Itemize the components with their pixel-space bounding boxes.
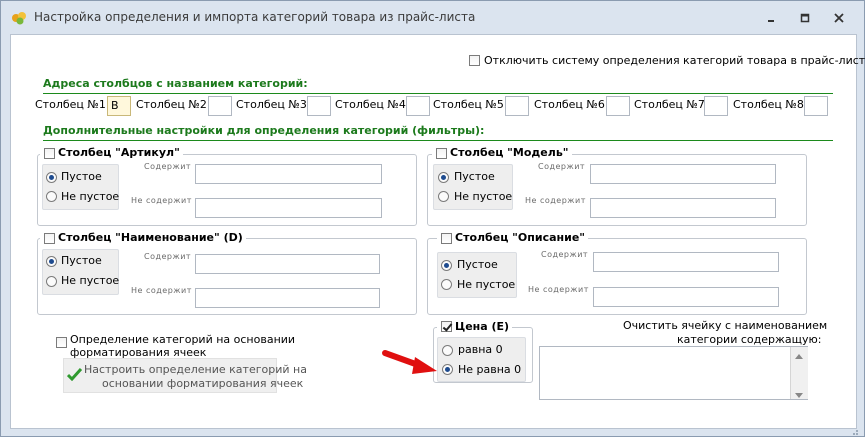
filter-article-title: Столбец "Артикул" (40, 146, 183, 160)
maximize-button[interactable] (792, 9, 818, 27)
filter-description-empty-label: Пустое (457, 258, 498, 271)
close-icon (834, 13, 844, 23)
filter-description-notempty-label: Не пустое (457, 278, 516, 291)
filter-description-notempty-radio[interactable] (441, 279, 452, 290)
column-3-label: Столбец №3: (236, 98, 311, 111)
column-6-input[interactable] (606, 96, 630, 116)
filter-model-contains-label: Содержит (538, 162, 586, 171)
column-1-input[interactable]: B (107, 96, 131, 116)
minimize-button[interactable] (758, 9, 784, 27)
column-6-label: Столбец №6: (534, 98, 609, 111)
filter-name-contains-input[interactable] (195, 254, 380, 274)
filter-description-checkbox[interactable] (441, 233, 452, 244)
filter-name-title: Столбец "Наименование" (D) (40, 231, 246, 245)
column-8-input[interactable] (804, 96, 828, 116)
filter-name-contains-label: Содержит (144, 252, 192, 261)
filter-name-empty-label: Пустое (61, 254, 102, 267)
column-4-input[interactable] (406, 96, 430, 116)
close-button[interactable] (826, 9, 852, 27)
column-8-label: Столбец №8: (733, 98, 808, 111)
price-equals-zero-radio[interactable] (442, 345, 453, 356)
filter-article-contains-input[interactable] (195, 164, 382, 184)
filter-description-notcontains-label: Не содержит (528, 285, 589, 294)
checkmark-icon (66, 367, 83, 384)
formatting-label-line1: Определение категорий на основании (70, 333, 296, 346)
column-2-input[interactable] (208, 96, 232, 116)
column-7-input[interactable] (704, 96, 728, 116)
clear-cell-label-line1: Очистить ячейку с наименованием (623, 319, 828, 332)
filter-description-title: Столбец "Описание" (437, 231, 589, 245)
column-2-label: Столбец №2: (136, 98, 211, 111)
filter-article-contains-label: Содержит (144, 162, 192, 171)
section-columns-title: Адреса столбцов с названием категорий: (43, 77, 833, 94)
filter-article-notcontains-label: Не содержит (131, 196, 192, 205)
filter-model-empty-label: Пустое (454, 170, 495, 183)
column-5-label: Столбец №5: (433, 98, 508, 111)
column-4-label: Столбец №4: (335, 98, 410, 111)
configure-formatting-line2: основании форматирования ячеек (102, 377, 304, 390)
clear-cell-label-line2: категории содержащую: (677, 333, 822, 346)
filter-name-notempty-radio[interactable] (46, 276, 57, 287)
clear-cell-scrollbar[interactable] (790, 347, 808, 399)
column-1-label: Столбец №1: (35, 98, 110, 111)
filter-model-notcontains-label: Не содержит (525, 196, 586, 205)
filter-name-notcontains-label: Не содержит (131, 286, 192, 295)
formatting-checkbox[interactable] (56, 337, 67, 348)
filter-article-empty-label: Пустое (61, 170, 102, 183)
filter-name-notcontains-input[interactable] (195, 288, 380, 308)
filter-description-empty-radio[interactable] (441, 260, 452, 271)
section-filters-title: Дополнительные настройки для определения… (43, 124, 833, 141)
filter-article-notempty-radio[interactable] (46, 191, 57, 202)
scroll-up-icon[interactable] (795, 349, 803, 362)
column-3-input[interactable] (307, 96, 331, 116)
column-5-input[interactable] (505, 96, 529, 116)
filter-description-notcontains-input[interactable] (593, 287, 779, 307)
maximize-icon (800, 13, 810, 23)
filter-model-contains-input[interactable] (590, 164, 776, 184)
minimize-icon (768, 20, 774, 22)
price-not-equals-zero-radio[interactable] (442, 364, 453, 375)
filter-model-title: Столбец "Модель" (432, 146, 572, 160)
filter-name-checkbox[interactable] (44, 233, 55, 244)
filter-description-contains-label: Содержит (541, 250, 589, 259)
price-equals-zero-label: равна 0 (458, 343, 503, 356)
price-checkbox[interactable] (441, 321, 452, 332)
title-bar: Настройка определения и импорта категори… (1, 1, 864, 34)
filter-model-notempty-radio[interactable] (438, 191, 449, 202)
filter-model-notempty-label: Не пустое (454, 190, 513, 203)
filter-model-checkbox[interactable] (436, 148, 447, 159)
filter-model-empty-radio[interactable] (438, 172, 449, 183)
dialog-content: Отключить систему определения категорий … (10, 34, 865, 429)
disable-system-label: Отключить систему определения категорий … (484, 54, 865, 67)
filter-article-notcontains-input[interactable] (195, 198, 382, 218)
scroll-down-icon[interactable] (795, 389, 803, 402)
filter-article-empty-radio[interactable] (46, 172, 57, 183)
resize-grip-icon[interactable] (849, 426, 859, 439)
dialog-window: Настройка определения и импорта категори… (0, 0, 865, 437)
price-not-equals-zero-label: Не равна 0 (458, 363, 522, 376)
configure-formatting-line1: Настроить определение категорий на (84, 363, 307, 376)
window-title: Настройка определения и импорта категори… (34, 10, 476, 24)
filter-description-contains-input[interactable] (593, 252, 779, 272)
annotation-arrow-icon (381, 347, 441, 380)
filter-model-notcontains-input[interactable] (590, 198, 776, 218)
filter-name-empty-radio[interactable] (46, 256, 57, 267)
disable-system-checkbox[interactable] (469, 55, 480, 66)
app-icon (11, 10, 27, 26)
configure-formatting-button[interactable]: Настроить определение категорий на основ… (63, 358, 307, 393)
filter-article-checkbox[interactable] (44, 148, 55, 159)
filter-name-notempty-label: Не пустое (61, 274, 120, 287)
column-7-label: Столбец №7: (634, 98, 709, 111)
filter-article-notempty-label: Не пустое (61, 190, 120, 203)
clear-cell-textarea[interactable] (539, 346, 808, 400)
